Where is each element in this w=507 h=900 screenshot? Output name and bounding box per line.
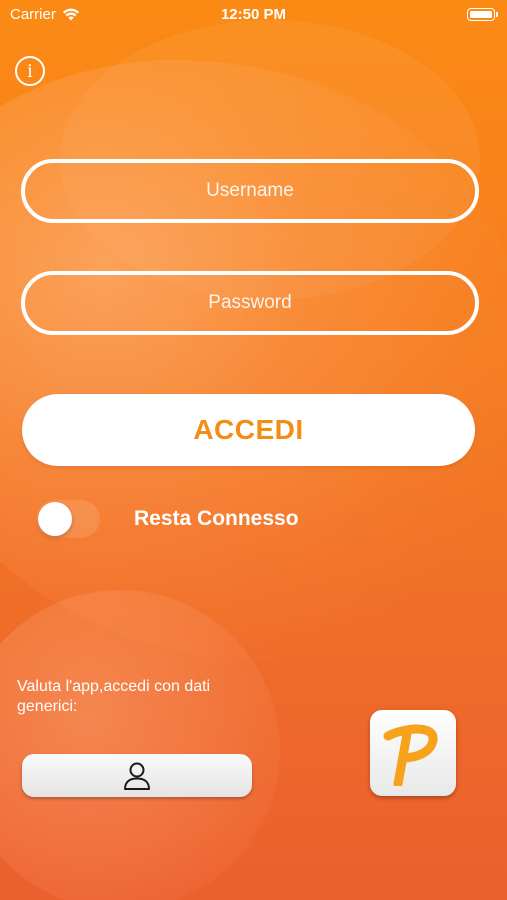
user-icon: [124, 762, 150, 790]
app-logo-p-icon: [383, 724, 438, 786]
info-icon[interactable]: i: [15, 56, 45, 86]
carrier-label: Carrier: [10, 5, 56, 23]
login-button[interactable]: ACCEDI: [22, 394, 475, 466]
wifi-icon: [62, 8, 79, 21]
username-field[interactable]: [21, 159, 479, 223]
status-bar: Carrier 12:50 PM: [0, 0, 507, 28]
remember-toggle[interactable]: [36, 500, 100, 538]
guest-login-button[interactable]: [22, 754, 252, 797]
background-shape: [0, 60, 507, 660]
remember-label: Resta Connesso: [134, 507, 299, 530]
password-field[interactable]: [21, 271, 479, 335]
battery-fill: [470, 10, 492, 18]
toggle-knob: [38, 502, 72, 536]
guest-login-text: Valuta l'app,accedi con dati generici:: [17, 678, 211, 715]
status-left: Carrier: [0, 6, 80, 23]
battery-icon: [467, 7, 498, 21]
background-shape: [0, 590, 280, 900]
app-logo: [370, 710, 456, 796]
